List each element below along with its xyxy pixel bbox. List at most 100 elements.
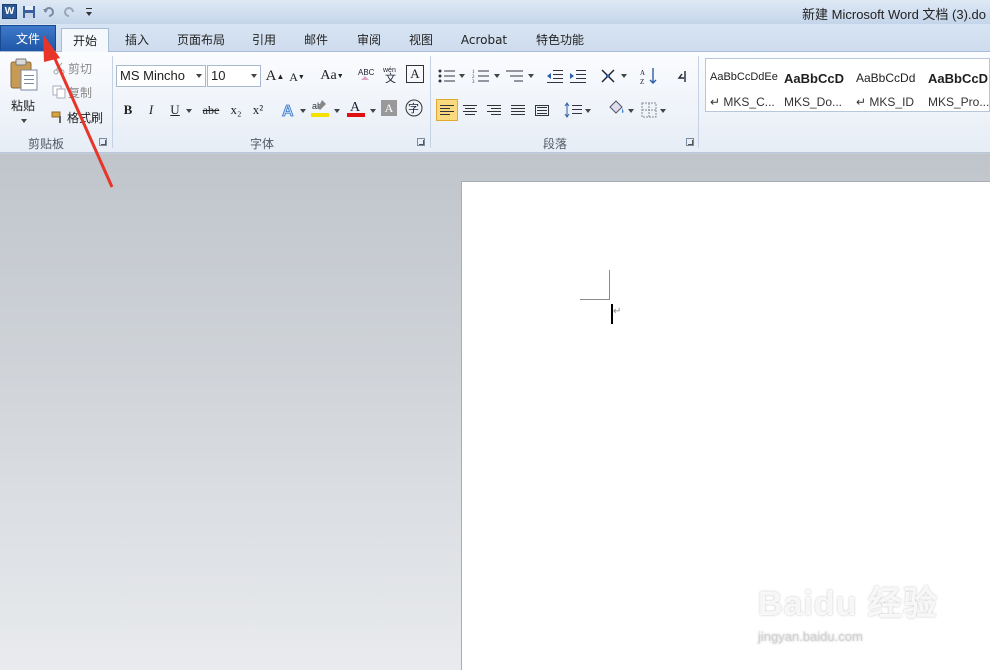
- chinese-layout-button[interactable]: [600, 66, 620, 86]
- bullets-button[interactable]: [437, 66, 457, 86]
- multilevel-list-dropdown-icon[interactable]: [528, 74, 534, 78]
- svg-text:3: 3: [472, 80, 475, 84]
- decrease-indent-icon: [547, 70, 563, 83]
- font-name-combo[interactable]: MS Mincho: [116, 65, 206, 87]
- tab-special-features[interactable]: 特色功能: [528, 28, 592, 52]
- multilevel-list-button[interactable]: [505, 66, 525, 86]
- character-border-button[interactable]: A: [406, 65, 424, 83]
- paragraph-launcher-icon[interactable]: [686, 138, 694, 146]
- style-name: MKS_Do...: [784, 95, 843, 109]
- font-color-dropdown-icon[interactable]: [370, 109, 376, 113]
- underline-dropdown-icon[interactable]: [186, 109, 192, 113]
- align-center-button[interactable]: [460, 100, 480, 120]
- clear-formatting-button[interactable]: ABC: [356, 64, 376, 84]
- character-shading-button[interactable]: A: [381, 100, 397, 116]
- justify-button[interactable]: [508, 100, 528, 120]
- grow-font-button[interactable]: A ▲: [265, 66, 285, 86]
- strikethrough-button[interactable]: abe: [201, 100, 221, 120]
- style-item[interactable]: AaBbCcDd ↵ MKS_ID: [852, 59, 924, 111]
- align-left-button[interactable]: [436, 99, 458, 121]
- style-item[interactable]: AaBbCcD MKS_Pro...: [924, 59, 990, 111]
- group-divider: [698, 56, 699, 148]
- save-icon[interactable]: [20, 3, 37, 20]
- tab-file[interactable]: 文件: [0, 25, 56, 51]
- redo-icon[interactable]: [60, 3, 77, 20]
- change-case-button[interactable]: Aa ▼: [318, 66, 346, 86]
- superscript-button[interactable]: x²: [248, 100, 268, 120]
- font-name-dropdown-icon[interactable]: [196, 74, 202, 78]
- shrink-font-button[interactable]: A ▼: [287, 67, 307, 87]
- chinese-layout-dropdown-icon[interactable]: [621, 74, 627, 78]
- style-sample: AaBbCcD: [784, 71, 844, 86]
- borders-dropdown-icon[interactable]: [660, 109, 666, 113]
- align-right-icon: [487, 105, 501, 115]
- margin-corner-mark: [580, 299, 610, 300]
- margin-corner-mark: [609, 270, 610, 300]
- grow-font-icon: A: [265, 67, 277, 84]
- tab-review[interactable]: 审阅: [350, 28, 388, 52]
- highlight-button[interactable]: ab: [310, 98, 330, 118]
- borders-button[interactable]: [639, 100, 659, 120]
- phonetic-guide-button[interactable]: wén 文: [382, 64, 402, 84]
- style-sample: AaBbCcDd: [856, 71, 916, 85]
- word-logo-icon[interactable]: W: [2, 4, 17, 19]
- scissors-icon: [53, 62, 65, 75]
- text-effects-icon: A: [282, 103, 295, 120]
- phonetic-guide-icon: wén文: [383, 67, 396, 83]
- enclose-characters-button[interactable]: 字: [404, 98, 424, 118]
- underline-button[interactable]: U: [165, 100, 185, 120]
- watermark-url: jingyan.baidu.com: [758, 629, 863, 644]
- font-color-button[interactable]: A: [346, 98, 366, 118]
- font-launcher-icon[interactable]: [417, 138, 425, 146]
- text-effects-button[interactable]: A: [280, 100, 300, 120]
- shading-button[interactable]: [606, 99, 626, 119]
- borders-icon: [641, 102, 657, 118]
- paste-button[interactable]: 粘贴: [6, 56, 42, 126]
- increase-indent-button[interactable]: [568, 66, 588, 86]
- distributed-button[interactable]: [532, 100, 552, 120]
- highlight-dropdown-icon[interactable]: [334, 109, 340, 113]
- paste-dropdown-icon[interactable]: [21, 119, 27, 123]
- shading-dropdown-icon[interactable]: [628, 109, 634, 113]
- clipboard-launcher-icon[interactable]: [99, 138, 107, 146]
- line-spacing-button[interactable]: [564, 100, 584, 120]
- sort-button[interactable]: AZ: [639, 66, 659, 86]
- multilevel-list-icon: [506, 70, 523, 82]
- font-size-dropdown-icon[interactable]: [251, 74, 257, 78]
- bullets-dropdown-icon[interactable]: [459, 74, 465, 78]
- tab-home[interactable]: 开始: [61, 28, 109, 53]
- style-item[interactable]: AaBbCcDdEe ↵ MKS_C...: [706, 59, 778, 111]
- enclose-characters-icon: 字: [405, 99, 423, 117]
- bold-button[interactable]: B: [118, 100, 138, 120]
- tab-view[interactable]: 视图: [402, 28, 440, 52]
- group-divider: [112, 56, 113, 148]
- line-spacing-dropdown-icon[interactable]: [585, 109, 591, 113]
- brush-icon: [51, 111, 61, 123]
- align-right-button[interactable]: [484, 100, 504, 120]
- style-item[interactable]: AaBbCcD MKS_Do...: [780, 59, 852, 111]
- paste-label: 粘贴: [11, 99, 36, 113]
- tab-references[interactable]: 引用: [245, 28, 283, 52]
- font-color-icon: A: [347, 100, 365, 117]
- numbering-dropdown-icon[interactable]: [494, 74, 500, 78]
- numbering-icon: 123: [472, 70, 489, 84]
- font-size-combo[interactable]: 10: [207, 65, 261, 87]
- cut-button[interactable]: 剪切: [50, 59, 100, 77]
- numbering-button[interactable]: 123: [471, 66, 491, 86]
- subscript-button[interactable]: x₂: [226, 100, 246, 120]
- tab-mailings[interactable]: 邮件: [297, 28, 335, 52]
- tab-insert[interactable]: 插入: [116, 28, 158, 52]
- decrease-indent-button[interactable]: [545, 66, 565, 86]
- tab-page-layout[interactable]: 页面布局: [170, 28, 232, 52]
- line-spacing-icon: [564, 102, 582, 118]
- copy-button[interactable]: 复制: [50, 83, 100, 101]
- text-effects-dropdown-icon[interactable]: [300, 109, 306, 113]
- bullets-icon: [438, 69, 455, 83]
- format-painter-button[interactable]: 格式刷: [50, 108, 108, 126]
- ribbon-home: 粘贴 剪切 复制 格式刷 剪贴板 MS Mincho 10 A ▲ A ▼ Aa ▼ …: [0, 52, 990, 153]
- undo-icon[interactable]: [40, 3, 57, 20]
- tab-acrobat[interactable]: Acrobat: [453, 28, 515, 52]
- show-hide-marks-button[interactable]: [673, 66, 693, 86]
- customize-qat-icon[interactable]: [80, 3, 97, 20]
- italic-button[interactable]: I: [141, 100, 161, 120]
